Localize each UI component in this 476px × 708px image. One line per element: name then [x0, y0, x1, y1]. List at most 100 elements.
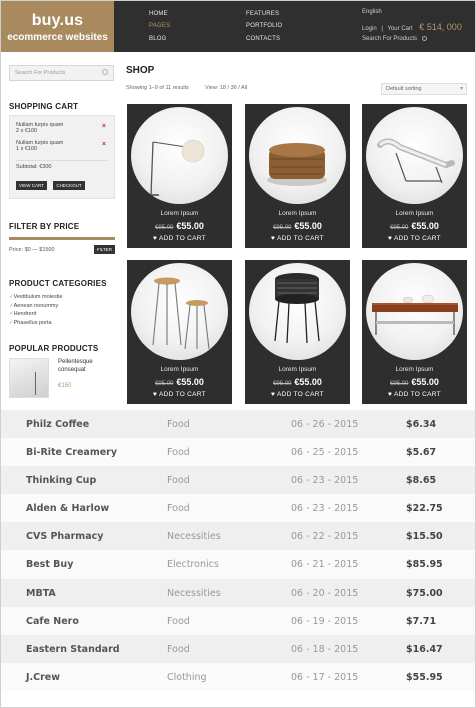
price-range-slider[interactable]: [9, 237, 115, 240]
sidebar: Search For Products SHOPPING CART Nullam…: [9, 65, 115, 400]
remove-icon[interactable]: ×: [102, 123, 106, 130]
table-row[interactable]: Eastern Standard Food 06 - 18 - 2015 $16.47: [1, 634, 475, 663]
add-to-cart-button[interactable]: ♥ ADD TO CART: [127, 391, 232, 398]
product-name[interactable]: Lorem Ipsum: [245, 210, 350, 217]
table-row[interactable]: Thinking Cup Food 06 - 23 - 2015 $8.65: [1, 466, 475, 495]
add-to-cart-button[interactable]: ♥ ADD TO CART: [362, 391, 467, 398]
chaise-lounge-image[interactable]: [366, 107, 463, 204]
category-item[interactable]: Hendrerit: [9, 310, 115, 319]
date: 06 - 25 - 2015: [291, 447, 359, 459]
view-options[interactable]: View: 18 / 36 / All: [205, 85, 247, 91]
category-item[interactable]: Aenean nonummy: [9, 302, 115, 311]
filter-button[interactable]: FILTER: [93, 245, 115, 254]
popular-product-price: €150: [58, 383, 72, 389]
table-row[interactable]: CVS Pharmacy Necessities 06 - 22 - 2015 $15…: [1, 522, 475, 551]
cart-item-qty: 1 x €100: [16, 146, 38, 152]
transactions-table: Philz Coffee Food 06 - 26 - 2015 $6.34 Bi-R…: [1, 410, 475, 691]
page-title: SHOP: [126, 65, 155, 76]
header-utilities: English Login | Your Cart € 514, 000 Sea…: [362, 9, 462, 42]
popular-product-image[interactable]: [9, 358, 49, 398]
floor-lamp-image[interactable]: [131, 107, 228, 204]
search-icon[interactable]: [102, 69, 108, 75]
table-row[interactable]: Cafe Nero Food 06 - 19 - 2015 $7.71: [1, 606, 475, 635]
add-to-cart-button[interactable]: ♥ ADD TO CART: [127, 235, 232, 242]
product-name[interactable]: Lorem Ipsum: [127, 366, 232, 373]
category: Food: [167, 447, 190, 459]
nav-pages[interactable]: PAGES: [149, 23, 170, 29]
logo-title: buy.us: [31, 12, 84, 29]
popular-product-name[interactable]: Pellentesque consequat: [58, 358, 118, 374]
product-card[interactable]: Lorem Ipsum €95.00 €55.00 ♥ ADD TO CART: [362, 104, 467, 248]
product-name[interactable]: Lorem Ipsum: [362, 210, 467, 217]
product-card[interactable]: Lorem Ipsum €95.00 €55.00 ♥ ADD TO CART: [127, 260, 232, 404]
nav-features[interactable]: FEATURES: [246, 11, 279, 17]
amount: $22.75: [406, 503, 443, 515]
language-selector[interactable]: English: [362, 9, 382, 15]
site-logo[interactable]: buy.us ecommerce websites: [1, 1, 114, 52]
add-to-cart-button[interactable]: ♥ ADD TO CART: [245, 235, 350, 242]
wicker-pouf-image[interactable]: [249, 107, 346, 204]
product-card[interactable]: Lorem Ipsum €95.00 €55.00 ♥ ADD TO CART: [362, 260, 467, 404]
product-name[interactable]: Lorem Ipsum: [127, 210, 232, 217]
table-row[interactable]: Bi-Rite Creamery Food 06 - 25 - 2015 $5.67: [1, 438, 475, 467]
product-card[interactable]: Lorem Ipsum €95.00 €55.00 ♥ ADD TO CART: [245, 104, 350, 248]
date: 06 - 18 - 2015: [291, 643, 359, 655]
add-to-cart-label: ADD TO CART: [276, 391, 324, 398]
table-row[interactable]: Alden & Harlow Food 06 - 23 - 2015 $22.75: [1, 494, 475, 523]
results-count: Showing 1–9 of 11 results: [126, 85, 189, 91]
product-price: €55.00: [294, 221, 322, 231]
amount: $5.67: [406, 447, 437, 459]
nav-blog[interactable]: BLOG: [149, 36, 166, 42]
search-placeholder: Search For Products: [15, 70, 66, 76]
logo-subtitle: ecommerce websites: [7, 32, 108, 43]
category: Necessities: [167, 587, 221, 599]
nav-portfolio[interactable]: PORTFOLIO: [246, 23, 282, 29]
old-price: €95.00: [390, 381, 409, 387]
header-search[interactable]: Search For Products: [362, 36, 417, 42]
site-header: buy.us ecommerce websites HOME PAGES BLO…: [1, 1, 475, 52]
category-item[interactable]: Vestibulum molestie: [9, 293, 115, 302]
category: Food: [167, 475, 190, 487]
add-to-cart-button[interactable]: ♥ ADD TO CART: [362, 235, 467, 242]
nav-home[interactable]: HOME: [149, 11, 168, 17]
wire-stool-image[interactable]: [249, 263, 346, 360]
category-item[interactable]: Phasellus porta: [9, 319, 115, 328]
date: 06 - 17 - 2015: [291, 671, 359, 683]
view-cart-button[interactable]: VIEW CART: [16, 181, 47, 190]
date: 06 - 23 - 2015: [291, 503, 359, 515]
product-price: €55.00: [176, 377, 204, 387]
sidebar-search-input[interactable]: Search For Products: [9, 65, 114, 81]
add-to-cart-button[interactable]: ♥ ADD TO CART: [245, 391, 350, 398]
wood-table-image[interactable]: [366, 263, 463, 360]
category-list: Vestibulum molestie Aenean nonummy Hendr…: [9, 293, 115, 327]
nav-contacts[interactable]: CONTACTS: [246, 36, 280, 42]
table-row[interactable]: J.Crew Clothing 06 - 17 - 2015 $55.95: [1, 662, 475, 691]
table-row[interactable]: Best Buy Electronics 06 - 21 - 2015 $85.95: [1, 550, 475, 579]
login-link[interactable]: Login: [362, 26, 377, 32]
popular-product[interactable]: Pellentesque consequat €150: [9, 358, 115, 400]
old-price: €95.00: [155, 381, 174, 387]
remove-icon[interactable]: ×: [102, 141, 106, 148]
category: Food: [167, 419, 190, 430]
product-card[interactable]: Lorem Ipsum €95.00 €55.00 ♥ ADD TO CART: [127, 104, 232, 248]
product-price: €55.00: [176, 221, 204, 231]
date: 06 - 19 - 2015: [291, 615, 359, 627]
old-price: €95.00: [273, 225, 292, 231]
table-row[interactable]: MBTA Necessities 06 - 20 - 2015 $75.00: [1, 578, 475, 607]
cart-link[interactable]: Your Cart: [387, 26, 412, 32]
old-price: €95.00: [273, 381, 292, 387]
cart-title: SHOPPING CART: [9, 102, 79, 111]
table-row[interactable]: Philz Coffee Food 06 - 26 - 2015 $6.34: [1, 410, 475, 439]
popular-title: POPULAR PRODUCTS: [9, 344, 99, 353]
search-icon[interactable]: [421, 36, 427, 41]
product-name[interactable]: Lorem Ipsum: [362, 366, 467, 373]
merchant-name: J.Crew: [26, 671, 61, 683]
product-name[interactable]: Lorem Ipsum: [245, 366, 350, 373]
bar-stools-image[interactable]: [131, 263, 228, 360]
category: Food: [167, 503, 190, 515]
sorting-select[interactable]: Default sorting: [381, 83, 467, 95]
product-card[interactable]: Lorem Ipsum €95.00 €55.00 ♥ ADD TO CART: [245, 260, 350, 404]
checkout-button[interactable]: CHECKOUT: [53, 181, 85, 190]
product-price: €55.00: [411, 221, 439, 231]
cart-widget: Nullam turpis quam 2 x €100 × Nullam tur…: [9, 115, 115, 199]
